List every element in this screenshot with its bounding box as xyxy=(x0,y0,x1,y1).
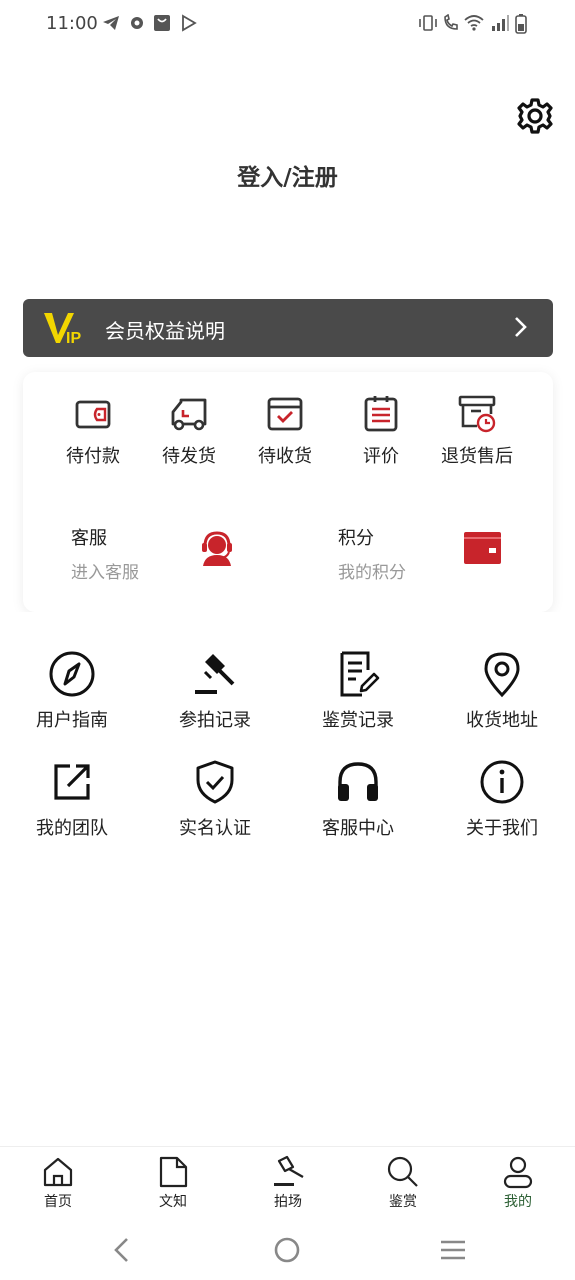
shopping-bag-icon xyxy=(154,15,170,31)
bottom-nav: 首页 文知 拍场 鉴赏 我的 xyxy=(0,1146,575,1225)
recents-menu-icon[interactable] xyxy=(439,1236,467,1264)
order-item-label: 待付款 xyxy=(66,446,120,467)
wifi-icon xyxy=(464,15,484,31)
menu-my-team[interactable]: 我的团队 xyxy=(12,758,132,840)
menu-service-center[interactable]: 客服中心 xyxy=(298,758,418,840)
status-bar: 11:00 xyxy=(0,0,575,48)
menu-item-label: 客服中心 xyxy=(322,818,394,839)
system-nav-bar xyxy=(0,1224,575,1280)
menu-item-label: 收货地址 xyxy=(466,710,538,731)
red-wallet-icon[interactable] xyxy=(463,530,503,566)
gavel-icon xyxy=(274,1155,304,1186)
status-time: 11:00 xyxy=(46,13,98,34)
search-icon xyxy=(387,1156,418,1187)
shield-check-icon xyxy=(196,760,234,804)
login-register-link[interactable]: 登入/注册 xyxy=(0,158,575,192)
points-subtitle: 我的积分 xyxy=(338,563,406,583)
menu-item-label: 鉴赏记录 xyxy=(322,710,394,731)
order-item-label: 待收货 xyxy=(258,446,312,467)
menu-item-label: 关于我们 xyxy=(466,818,538,839)
wifi-call-icon xyxy=(444,14,458,30)
telegram-icon xyxy=(103,16,119,30)
menu-real-name-verification[interactable]: 实名认证 xyxy=(155,758,275,840)
settings-gear-icon[interactable] xyxy=(515,96,555,136)
headset-agent-icon[interactable] xyxy=(197,528,237,568)
order-pending-payment[interactable]: 待付款 xyxy=(45,394,141,468)
headphones-icon xyxy=(338,762,378,801)
order-item-label: 退货售后 xyxy=(441,446,513,467)
document-edit-icon xyxy=(340,651,380,697)
order-item-label: 评价 xyxy=(363,446,399,467)
nav-articles[interactable]: 文知 xyxy=(133,1155,213,1211)
svg-text:IP: IP xyxy=(66,330,81,347)
points-title: 积分 xyxy=(338,528,374,549)
order-pending-receipt[interactable]: 待收货 xyxy=(237,394,333,468)
menu-item-label: 实名认证 xyxy=(179,818,251,839)
order-review[interactable]: 评价 xyxy=(333,394,429,468)
user-icon xyxy=(503,1156,533,1189)
vibrate-icon xyxy=(419,15,437,31)
customer-service-entry[interactable]: 客服 进入客服 xyxy=(71,524,139,583)
section-separator xyxy=(0,612,575,636)
gear-small-icon xyxy=(131,17,143,29)
compass-icon xyxy=(49,651,95,697)
play-store-icon xyxy=(182,14,197,32)
points-entry[interactable]: 积分 我的积分 xyxy=(338,524,406,583)
truck-icon xyxy=(171,398,207,431)
gavel-icon xyxy=(195,654,235,694)
clipboard-list-icon xyxy=(364,396,398,432)
menu-item-label: 用户指南 xyxy=(36,710,108,731)
signal-icon xyxy=(492,15,509,31)
share-external-icon xyxy=(54,764,90,800)
order-pending-shipment[interactable]: 待发货 xyxy=(141,394,237,468)
document-icon xyxy=(159,1156,188,1188)
menu-appraisal-records[interactable]: 鉴赏记录 xyxy=(298,650,418,732)
menu-bid-records[interactable]: 参拍记录 xyxy=(155,650,275,732)
package-check-icon xyxy=(267,397,303,431)
wallet-icon xyxy=(75,400,111,429)
back-icon[interactable] xyxy=(108,1236,136,1264)
customer-service-title: 客服 xyxy=(71,528,107,549)
order-after-sales[interactable]: 退货售后 xyxy=(429,394,525,468)
battery-icon xyxy=(515,14,527,34)
nav-label: 拍场 xyxy=(274,1194,302,1210)
vip-logo-icon: IP xyxy=(44,313,81,347)
nav-home[interactable]: 首页 xyxy=(18,1155,98,1211)
vip-benefits-bar[interactable]: IP 会员权益说明 xyxy=(23,299,553,357)
chevron-right-icon xyxy=(515,317,527,337)
menu-about-us[interactable]: 关于我们 xyxy=(442,758,562,840)
menu-shipping-address[interactable]: 收货地址 xyxy=(442,650,562,732)
menu-item-label: 参拍记录 xyxy=(179,710,251,731)
location-pin-icon xyxy=(484,652,520,698)
customer-service-subtitle: 进入客服 xyxy=(71,563,139,583)
vip-benefits-label: 会员权益说明 xyxy=(105,319,225,343)
order-item-label: 待发货 xyxy=(162,446,216,467)
nav-mine[interactable]: 我的 xyxy=(478,1155,558,1211)
return-box-clock-icon xyxy=(458,395,496,433)
nav-auction[interactable]: 拍场 xyxy=(248,1155,328,1211)
nav-label: 首页 xyxy=(44,1194,72,1210)
order-card: 待付款 待发货 待收货 评价 退货售后 客服 进入客服 积分 我的积分 xyxy=(23,372,553,612)
menu-user-guide[interactable]: 用户指南 xyxy=(12,650,132,732)
info-icon xyxy=(480,760,524,804)
home-icon xyxy=(43,1157,73,1187)
nav-label: 鉴赏 xyxy=(389,1194,417,1210)
nav-label: 文知 xyxy=(159,1194,187,1210)
nav-label: 我的 xyxy=(504,1194,532,1210)
menu-item-label: 我的团队 xyxy=(36,818,108,839)
nav-appraisal[interactable]: 鉴赏 xyxy=(363,1155,443,1211)
home-circle-icon[interactable] xyxy=(273,1236,301,1264)
